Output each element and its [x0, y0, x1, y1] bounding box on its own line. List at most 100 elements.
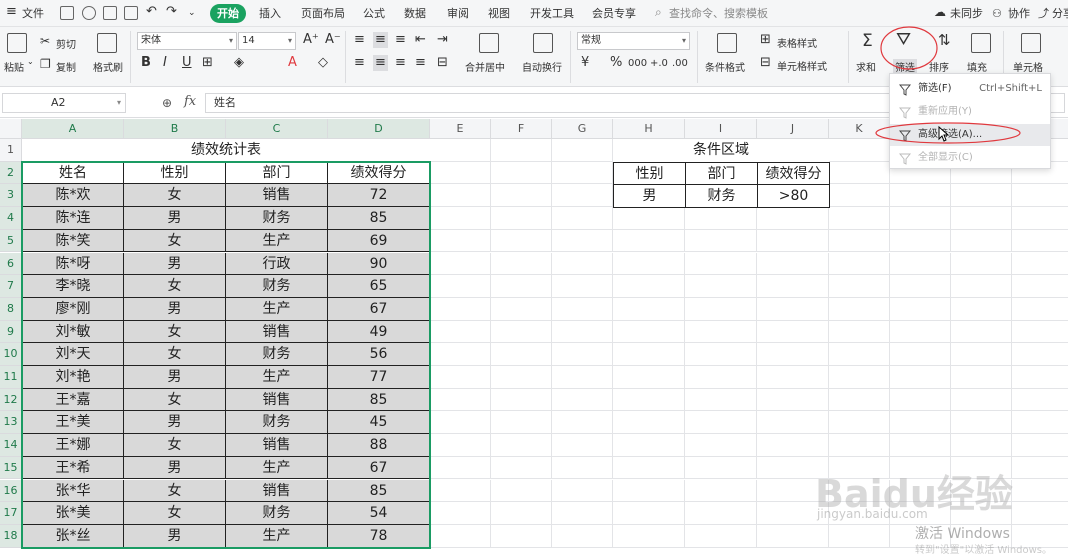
grid-cell[interactable] — [552, 411, 613, 435]
table-cell[interactable]: 生产 — [226, 297, 328, 321]
grid-cell[interactable] — [552, 229, 613, 253]
table-cell[interactable]: 李*晓 — [22, 275, 124, 298]
name-box[interactable]: A2 ▾ — [2, 93, 126, 113]
grid-cell[interactable] — [890, 502, 951, 525]
table-cell[interactable]: 女 — [124, 275, 226, 298]
grid-cell[interactable] — [951, 229, 1012, 253]
tab-review[interactable]: 审阅 — [447, 6, 469, 21]
grid-cell[interactable] — [829, 479, 890, 503]
grid-cell[interactable] — [613, 524, 685, 548]
filter-menu-item-reapply[interactable]: 重新应用(Y) — [890, 101, 1050, 123]
grid-cell[interactable] — [1012, 389, 1068, 412]
grid-cell[interactable] — [829, 275, 890, 298]
undo-icon[interactable]: ↶ — [146, 4, 157, 19]
grid-cell[interactable] — [1012, 502, 1068, 525]
redo-icon[interactable]: ↷ — [166, 4, 177, 19]
print-preview-icon[interactable] — [124, 6, 138, 20]
grid-cell[interactable] — [685, 411, 757, 435]
grid-cell[interactable] — [890, 434, 951, 457]
table-style-icon[interactable]: ⊞ — [760, 32, 771, 48]
grid-cell[interactable] — [1012, 411, 1068, 435]
grid-cell[interactable] — [890, 524, 951, 548]
grid-cell[interactable] — [430, 502, 491, 525]
grid-cell[interactable] — [552, 502, 613, 525]
table-cell[interactable]: 陈*笑 — [22, 229, 124, 253]
row-header-16[interactable]: 16 — [0, 479, 22, 503]
table-cell[interactable]: 王*嘉 — [22, 388, 124, 412]
increase-font-icon[interactable]: A⁺ — [303, 32, 319, 48]
sum-button[interactable]: 求和 — [856, 59, 876, 74]
table-cell[interactable]: 销售 — [226, 388, 328, 412]
tab-member[interactable]: 会员专享 — [592, 6, 636, 21]
grid-cell[interactable] — [430, 252, 491, 276]
grid-cell[interactable] — [491, 343, 552, 366]
grid-cell[interactable] — [829, 207, 890, 230]
grid-cell[interactable] — [685, 434, 757, 457]
bold-icon[interactable]: B — [141, 55, 151, 71]
row-header-10[interactable]: 10 — [0, 343, 22, 366]
table-cell[interactable]: 男 — [124, 524, 226, 548]
grid-cell[interactable] — [951, 184, 1012, 208]
merge-center-icon[interactable] — [479, 33, 499, 53]
table-header-cell[interactable]: 性别 — [124, 161, 226, 185]
number-format-select[interactable]: 常规 ▾ — [577, 32, 690, 50]
align-right-icon[interactable]: ≡ — [395, 55, 406, 71]
grid-cell[interactable] — [951, 502, 1012, 525]
table-cell[interactable]: 78 — [328, 524, 430, 548]
grid-cell[interactable] — [757, 479, 829, 503]
grid-cell[interactable] — [552, 320, 613, 344]
row-header-9[interactable]: 9 — [0, 320, 22, 344]
grid-cell[interactable] — [552, 366, 613, 389]
align-top-icon[interactable]: ≡ — [354, 32, 365, 48]
criteria-header-cell[interactable]: 部门 — [685, 161, 758, 186]
align-bottom-icon[interactable]: ≡ — [395, 32, 406, 48]
font-size-select[interactable]: 14 ▾ — [238, 32, 296, 50]
paste-icon[interactable] — [7, 33, 27, 53]
currency-icon[interactable]: ¥ — [581, 55, 589, 71]
grid-cell[interactable] — [951, 320, 1012, 344]
column-header-a[interactable]: A — [22, 119, 124, 139]
grid-cell[interactable] — [1012, 207, 1068, 230]
grid-cell[interactable] — [1012, 457, 1068, 480]
grid-cell[interactable] — [613, 207, 685, 230]
share-icon[interactable]: ⤴ — [1038, 6, 1049, 21]
conditional-format-icon[interactable] — [717, 33, 737, 53]
grid-cell[interactable] — [1012, 253, 1068, 276]
cell-style-icon[interactable]: ⊟ — [760, 55, 771, 71]
sheet-title[interactable]: 绩效统计表 — [22, 139, 430, 162]
border-icon[interactable]: ⊞ — [202, 55, 213, 71]
grid-cell[interactable] — [491, 456, 552, 480]
grid-cell[interactable] — [890, 252, 951, 276]
table-cell[interactable]: 女 — [124, 388, 226, 412]
table-cell[interactable]: 女 — [124, 343, 226, 366]
table-cell[interactable]: 男 — [124, 297, 226, 321]
grid-cell[interactable] — [491, 161, 552, 185]
column-header-c[interactable]: C — [226, 119, 328, 139]
sort-button[interactable]: 排序 — [929, 59, 949, 74]
table-header-cell[interactable]: 部门 — [226, 161, 328, 185]
table-header-cell[interactable]: 绩效得分 — [328, 161, 430, 185]
grid-cell[interactable] — [613, 229, 685, 253]
table-cell[interactable]: 陈*连 — [22, 207, 124, 230]
decrease-font-icon[interactable]: A⁻ — [325, 32, 341, 48]
table-cell[interactable]: 77 — [328, 366, 430, 389]
grid-cell[interactable] — [829, 297, 890, 321]
font-name-select[interactable]: 宋体 ▾ — [137, 32, 237, 50]
row-header-12[interactable]: 12 — [0, 388, 22, 412]
grid-cell[interactable] — [491, 207, 552, 230]
grid-cell[interactable] — [757, 297, 829, 321]
tab-insert[interactable]: 插入 — [259, 6, 281, 21]
grid-cell[interactable] — [951, 343, 1012, 366]
column-header-j[interactable]: J — [757, 119, 829, 139]
row-header-11[interactable]: 11 — [0, 366, 22, 389]
cloud-sync-icon[interactable]: ☁ — [934, 5, 946, 20]
print-icon[interactable] — [103, 6, 117, 20]
export-icon[interactable] — [82, 6, 96, 20]
row-header-1[interactable]: 1 — [0, 139, 22, 162]
grid-cell[interactable] — [430, 184, 491, 208]
grid-cell[interactable] — [829, 502, 890, 525]
row-header-18[interactable]: 18 — [0, 524, 22, 548]
grid-cell[interactable] — [613, 275, 685, 298]
table-cell[interactable]: 刘*天 — [22, 343, 124, 366]
grid-cell[interactable] — [829, 252, 890, 276]
